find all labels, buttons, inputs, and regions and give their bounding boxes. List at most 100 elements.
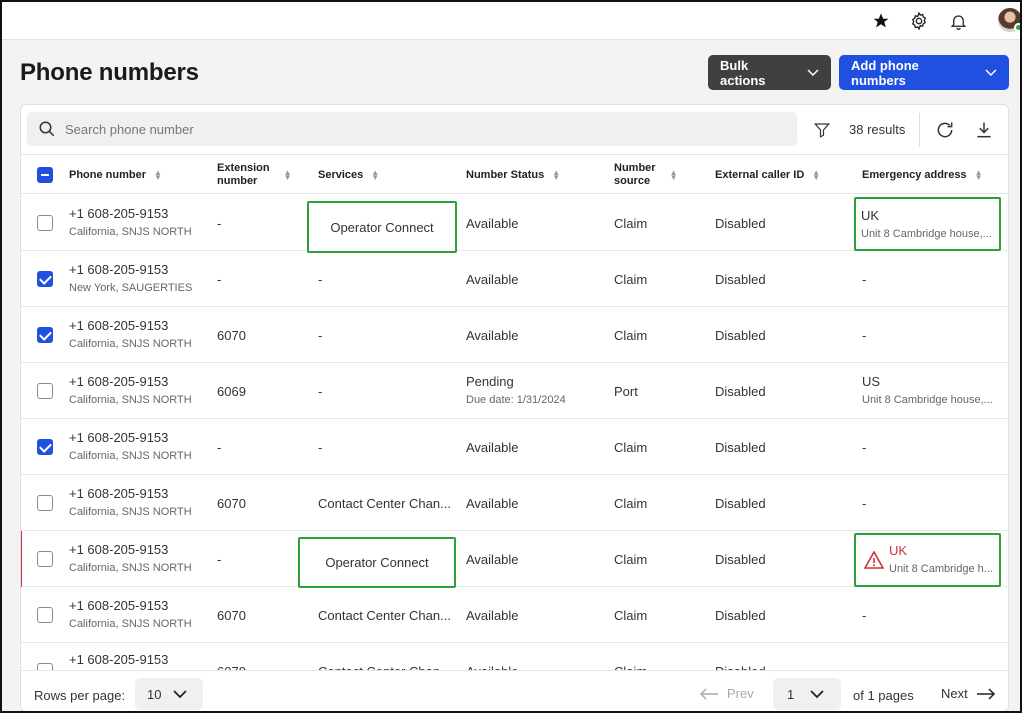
add-phone-numbers-button[interactable]: Add phone numbers (839, 55, 1009, 90)
external-caller-id: Disabled (715, 440, 766, 455)
arrow-right-icon (976, 687, 995, 700)
table-row[interactable]: +1 608-205-9153 California, SNJS NORTH - Op… (21, 531, 1008, 588)
emergency-address: - (862, 272, 867, 287)
table-row[interactable]: +1 608-205-9153 California, SNJS NORTH 607… (21, 475, 1008, 531)
row-checkbox[interactable] (37, 495, 53, 511)
phone-number: +1 608-205-9153 (69, 262, 169, 277)
next-page-button[interactable]: Next (941, 686, 996, 701)
emergency-street: Unit 8 Cambridge house,... (861, 228, 992, 240)
bell-icon[interactable] (947, 10, 969, 32)
column-header-phone-number[interactable]: Phone number ▲ ▼ (69, 155, 162, 195)
refresh-icon[interactable] (933, 118, 957, 142)
number-source: Port (614, 384, 638, 399)
emergency-address-cell-highlighted[interactable]: UK Unit 8 Cambridge h... (854, 533, 1001, 587)
external-caller-id: Disabled (715, 384, 766, 399)
phone-number: +1 608-205-9153 (69, 206, 169, 221)
phone-number: +1 608-205-9153 (69, 486, 169, 501)
chevron-down-icon (810, 689, 824, 698)
external-caller-id: Disabled (715, 216, 766, 231)
sort-icon: ▲ ▼ (371, 168, 380, 182)
table-row[interactable]: +1 608-205-9153 New York, SAUGERTIES - - Ava… (21, 251, 1008, 307)
number-source: Claim (614, 608, 648, 623)
search-input[interactable] (65, 112, 765, 146)
rows-per-page-value: 10 (147, 686, 162, 702)
toolbar-divider (919, 113, 920, 147)
app-window: Phone numbers Bulk actions Add phone num… (0, 0, 1022, 713)
number-source: Claim (614, 440, 648, 455)
table-row[interactable]: +1 608-205-9153 California, SNJS NORTH 607… (21, 587, 1008, 643)
column-header-extension[interactable]: Extension number ▲ ▼ (217, 155, 292, 195)
extension-number: 6070 (217, 608, 246, 623)
column-header-emergency-address[interactable]: Emergency address ▲ ▼ (862, 155, 982, 195)
emergency-street: Unit 8 Cambridge house,... (862, 394, 993, 406)
table-row[interactable]: +1 608-205-9153 California, SNJS NORTH - Op… (21, 195, 1008, 253)
bulk-actions-button[interactable]: Bulk actions (708, 55, 831, 90)
phone-location: California, SNJS NORTH (69, 338, 192, 350)
services-value: Contact Center Chan... (318, 608, 451, 623)
select-all-checkbox[interactable] (37, 167, 53, 183)
arrow-left-icon (699, 687, 718, 700)
services-cell-highlighted[interactable]: Operator Connect (298, 537, 456, 588)
services-value: Contact Center Chan... (318, 496, 451, 511)
page-select[interactable]: 1 (773, 678, 841, 710)
extension-number: 6069 (217, 384, 246, 399)
table-row[interactable]: +1 608-205-9153 California, SNJS NORTH 606… (21, 363, 1008, 419)
results-count: 38 results (849, 122, 906, 137)
sort-icon: ▲ ▼ (283, 168, 292, 182)
row-checkbox[interactable] (37, 383, 53, 399)
services-cell-highlighted[interactable]: Operator Connect (307, 201, 457, 253)
services-value: Operator Connect (325, 555, 429, 570)
extension-number: - (217, 440, 222, 455)
row-checkbox[interactable] (37, 215, 53, 231)
sort-icon: ▲ ▼ (974, 168, 983, 182)
number-status: Available (466, 440, 519, 455)
emergency-address: - (862, 496, 867, 511)
gear-icon[interactable] (908, 10, 930, 32)
services-value: - (318, 328, 323, 343)
search-box[interactable] (27, 112, 797, 146)
chevron-down-icon (173, 689, 188, 698)
rows-per-page-select[interactable]: 10 (135, 678, 203, 710)
emergency-country: UK (861, 208, 880, 223)
phone-location: California, SNJS NORTH (69, 506, 192, 518)
star-icon[interactable] (870, 10, 892, 32)
phone-location: California, SNJS NORTH (69, 394, 192, 406)
phone-number: +1 608-205-9153 (69, 652, 169, 667)
phone-number: +1 608-205-9153 (69, 542, 169, 557)
number-source: Claim (614, 216, 648, 231)
row-checkbox[interactable] (37, 327, 53, 343)
services-value: Operator Connect (330, 219, 434, 235)
row-checkbox[interactable] (37, 607, 53, 623)
phone-location: California, SNJS NORTH (69, 226, 192, 238)
phone-numbers-table-card: 38 results Phone number ▲▼ Extensionnumb… (20, 104, 1009, 711)
table-header: Phone number ▲ ▼ Extension number ▲ ▼ Servi… (21, 154, 1008, 195)
emergency-address: - (862, 440, 867, 455)
column-header-number-source[interactable]: Number source ▲ ▼ (614, 155, 677, 195)
column-header-number-status[interactable]: Number Status ▲ ▼ (466, 155, 560, 195)
row-checkbox[interactable] (37, 551, 53, 567)
top-bar (2, 2, 1020, 40)
row-checkbox[interactable] (37, 271, 53, 287)
column-header-external-caller-id[interactable]: External caller ID ▲ ▼ (715, 155, 820, 195)
avatar[interactable] (998, 8, 1020, 32)
table-row[interactable]: +1 608-205-9153 California, SNJS NORTH - - A… (21, 419, 1008, 475)
external-caller-id: Disabled (715, 496, 766, 511)
download-icon[interactable] (972, 118, 996, 142)
filter-icon[interactable] (811, 119, 833, 141)
page-count: of 1 pages (853, 688, 914, 703)
number-status: Available (466, 608, 519, 623)
phone-number: +1 608-205-9153 (69, 598, 169, 613)
number-source: Claim (614, 496, 648, 511)
row-checkbox[interactable] (37, 439, 53, 455)
emergency-address-cell-highlighted[interactable]: UK Unit 8 Cambridge house,... (854, 197, 1001, 251)
column-header-services[interactable]: Services ▲ ▼ (318, 155, 379, 195)
table-row[interactable]: +1 608-205-9153 California, SNJS NORTH 607… (21, 307, 1008, 363)
services-value: - (318, 440, 323, 455)
external-caller-id: Disabled (715, 552, 766, 567)
emergency-address: - (862, 608, 867, 623)
page-value: 1 (787, 686, 795, 702)
sort-icon: ▲ ▼ (812, 168, 821, 182)
phone-location: California, SNJS NORTH (69, 618, 192, 630)
number-source: Claim (614, 552, 648, 567)
prev-page-button[interactable]: Prev (699, 686, 754, 701)
